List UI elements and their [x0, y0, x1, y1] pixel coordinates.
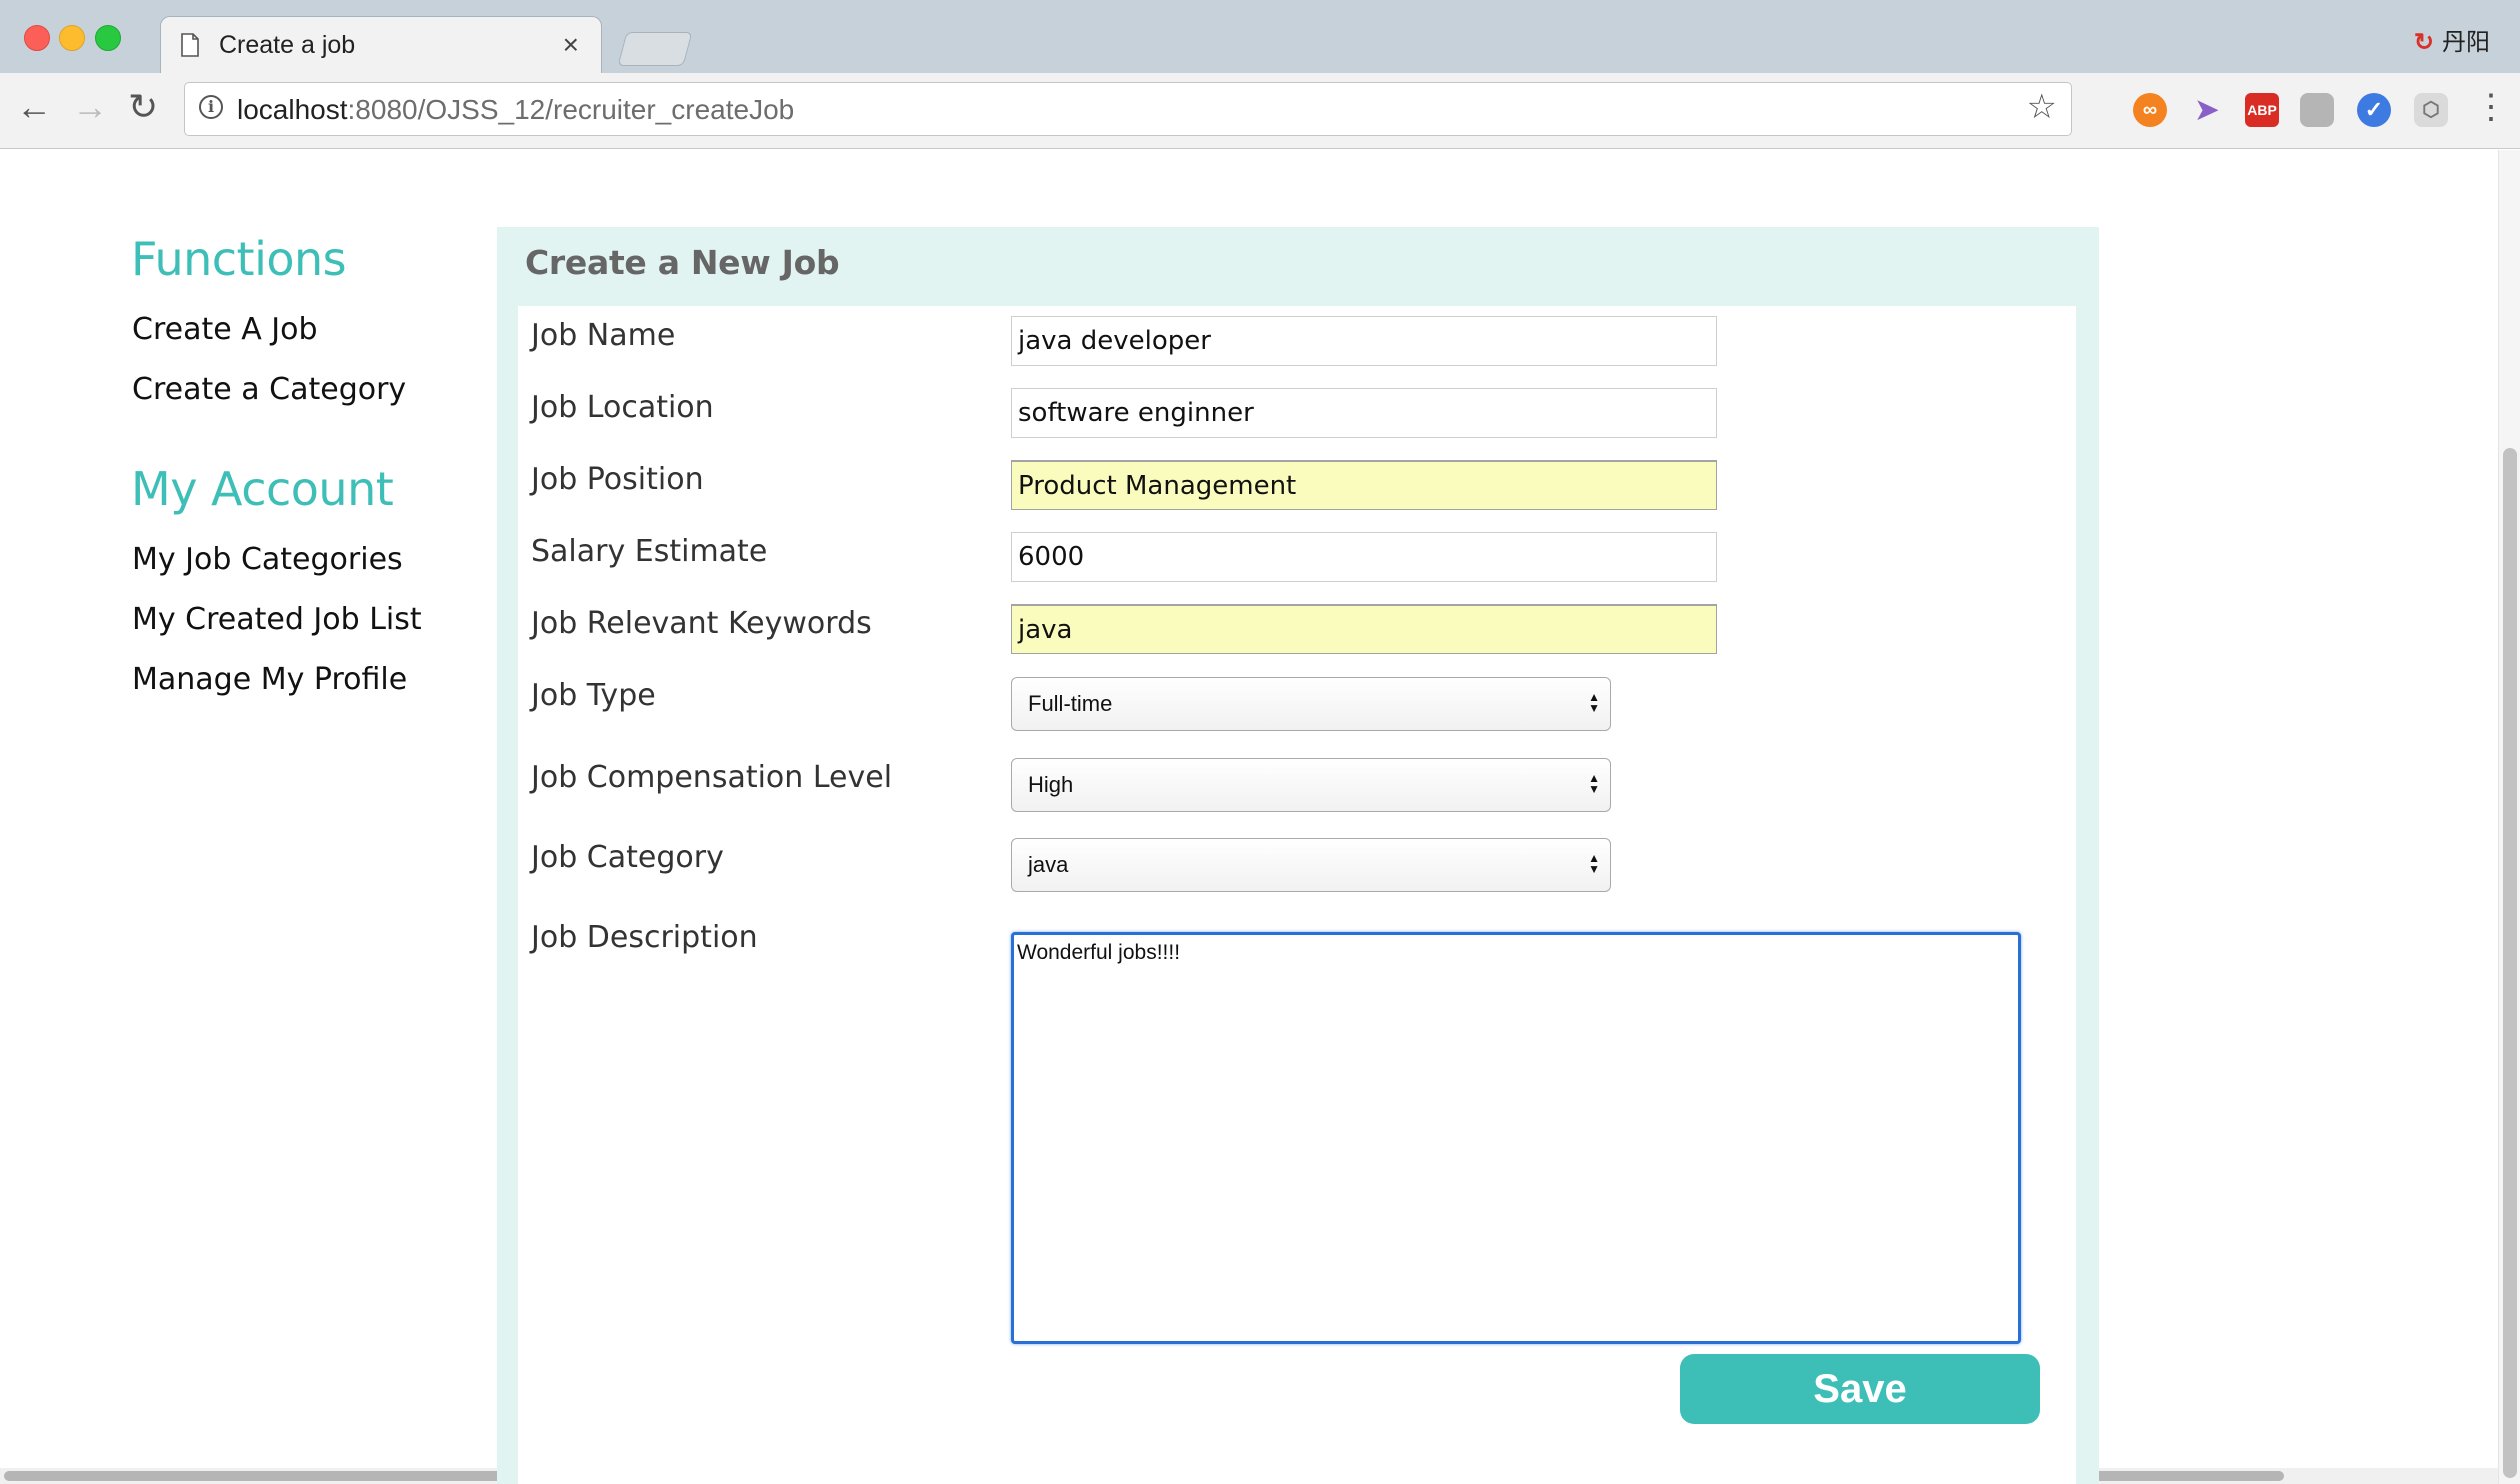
tab-title: Create a job — [219, 31, 356, 59]
create-job-panel: Create a New Job Job Name java developer… — [497, 227, 2099, 1484]
compensation-level-value: High — [1028, 772, 1074, 797]
sidebar-item-create-category[interactable]: Create a Category — [132, 372, 406, 407]
page-icon — [181, 33, 199, 57]
job-location-input[interactable]: software enginner — [1011, 388, 1717, 438]
vertical-scrollbar[interactable] — [2498, 150, 2520, 1484]
sidebar-item-create-job[interactable]: Create A Job — [132, 312, 318, 347]
reload-icon[interactable]: ↻ — [128, 87, 158, 127]
select-arrows-icon: ▲ ▼ — [1588, 690, 1600, 715]
job-position-input[interactable]: Product Management — [1011, 460, 1717, 510]
job-category-label: Job Category — [531, 840, 724, 875]
job-description-label: Job Description — [531, 920, 758, 955]
tab-close-icon[interactable]: × — [563, 29, 579, 61]
job-category-select[interactable]: java ▲ ▼ — [1011, 838, 1611, 892]
browser-tab[interactable]: Create a job × — [160, 16, 602, 75]
url-path: :8080/OJSS_12/recruiter_createJob — [347, 94, 795, 125]
job-type-value: Full-time — [1028, 691, 1113, 716]
vertical-scroll-thumb[interactable] — [2503, 448, 2517, 1478]
extension-cube-icon[interactable]: ⬡ — [2414, 93, 2448, 127]
my-account-heading: My Account — [131, 462, 394, 516]
extension-infinity-icon[interactable]: ∞ — [2133, 93, 2167, 127]
info-icon[interactable]: i — [199, 95, 223, 119]
browser-tab-bar: Create a job × ↻ 丹阳 — [0, 0, 2520, 75]
job-position-label: Job Position — [531, 462, 704, 497]
adblock-plus-icon[interactable]: ABP — [2245, 93, 2279, 127]
sidebar-item-created-job-list[interactable]: My Created Job List — [132, 602, 422, 637]
salary-estimate-input[interactable]: 6000 — [1011, 532, 1717, 582]
minimize-window-button[interactable] — [59, 25, 85, 51]
bookmark-star-icon[interactable]: ☆ — [2027, 87, 2057, 127]
job-type-select[interactable]: Full-time ▲ ▼ — [1011, 677, 1611, 731]
job-location-label: Job Location — [531, 390, 714, 425]
browser-menu-icon[interactable]: ⋮ — [2474, 87, 2508, 127]
maximize-window-button[interactable] — [95, 25, 121, 51]
extension-cursor-icon[interactable]: ➤ — [2190, 93, 2224, 127]
extension-box-icon[interactable] — [2300, 93, 2334, 127]
salary-estimate-label: Salary Estimate — [531, 534, 768, 569]
create-job-form: Job Name java developer Job Location sof… — [518, 306, 2076, 1484]
job-name-label: Job Name — [531, 318, 676, 353]
panel-title: Create a New Job — [525, 243, 840, 282]
back-arrow-icon[interactable]: ← — [16, 87, 52, 127]
profile-icon: ↻ — [2413, 29, 2434, 56]
profile-name: 丹阳 — [2442, 29, 2490, 56]
close-window-button[interactable] — [24, 25, 50, 51]
sidebar-item-job-categories[interactable]: My Job Categories — [132, 542, 403, 577]
url-text[interactable]: localhost:8080/OJSS_12/recruiter_createJ… — [237, 94, 794, 126]
address-bar[interactable]: i localhost:8080/OJSS_12/recruiter_creat… — [184, 82, 2072, 136]
job-name-input[interactable]: java developer — [1011, 316, 1717, 366]
browser-toolbar: ← → ↻ i localhost:8080/OJSS_12/recruiter… — [0, 73, 2520, 149]
profile-button[interactable]: ↻ 丹阳 — [2414, 22, 2490, 57]
job-type-label: Job Type — [531, 678, 656, 713]
compensation-level-select[interactable]: High ▲ ▼ — [1011, 758, 1611, 812]
keywords-label: Job Relevant Keywords — [531, 606, 872, 641]
functions-heading: Functions — [131, 232, 347, 286]
keywords-input[interactable]: java — [1011, 604, 1717, 654]
sidebar-item-manage-profile[interactable]: Manage My Profile — [132, 662, 407, 697]
select-arrows-icon: ▲ ▼ — [1588, 851, 1600, 876]
compensation-level-label: Job Compensation Level — [531, 760, 893, 795]
job-category-value: java — [1028, 852, 1069, 877]
job-description-textarea[interactable]: Wonderful jobs!!!! — [1011, 932, 2021, 1344]
extension-shield-check-icon[interactable]: ✓ — [2357, 93, 2391, 127]
url-host: localhost — [237, 94, 348, 125]
save-button[interactable]: Save — [1680, 1354, 2040, 1424]
select-arrows-icon: ▲ ▼ — [1588, 771, 1600, 796]
new-tab-button[interactable] — [617, 32, 693, 66]
forward-arrow-icon[interactable]: → — [72, 87, 108, 127]
